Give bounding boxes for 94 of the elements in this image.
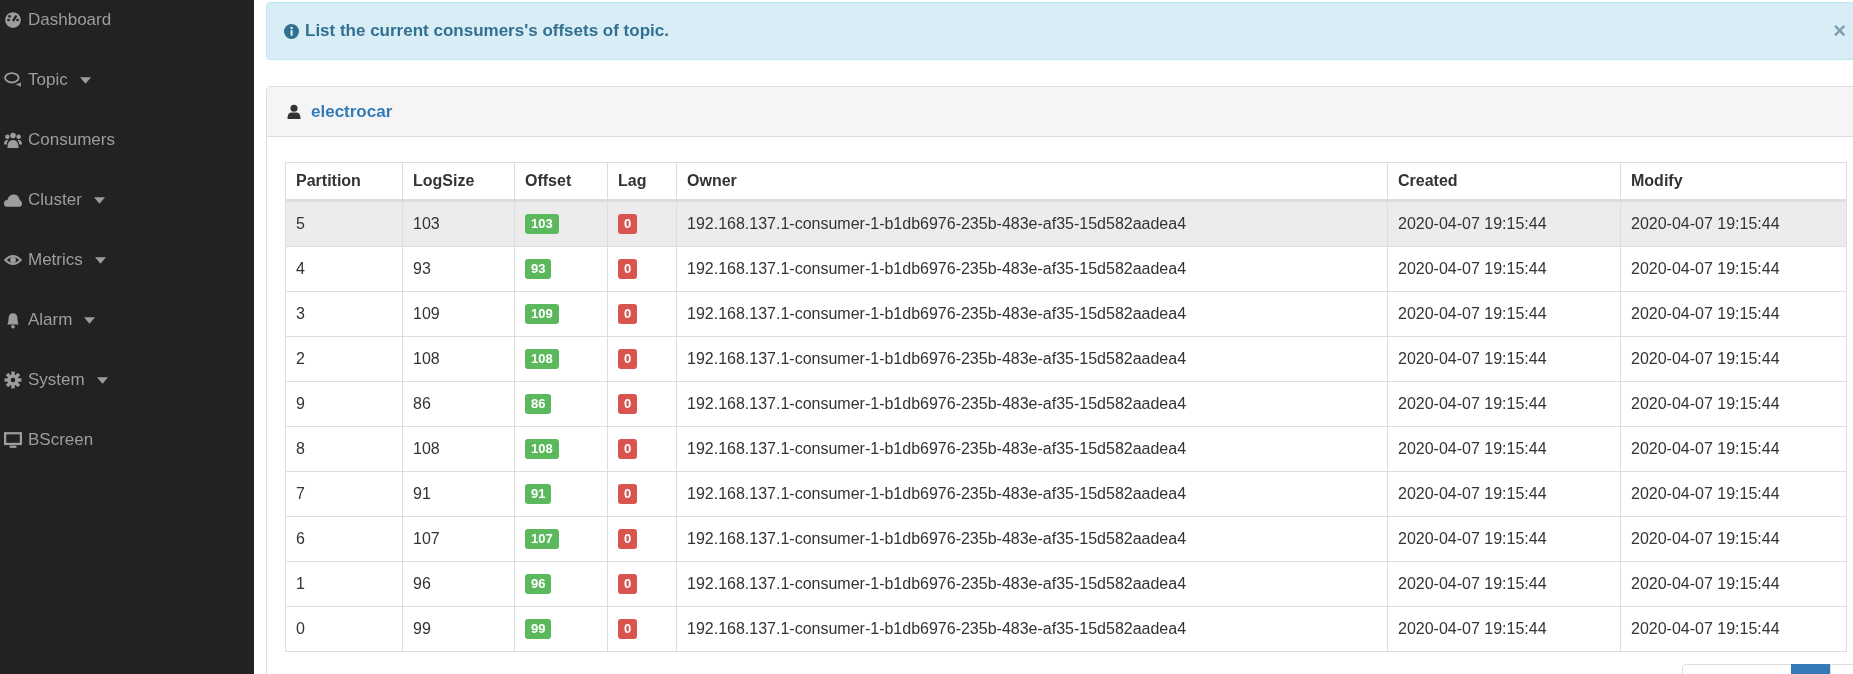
table-cell: 2020-04-07 19:15:44 (1387, 471, 1621, 517)
table-cell: 2020-04-07 19:15:44 (1387, 200, 1621, 247)
table-cell: 4 (285, 246, 403, 292)
table-cell: 2020-04-07 19:15:44 (1620, 426, 1847, 472)
table-cell: 2020-04-07 19:15:44 (1620, 561, 1847, 607)
sidebar-item[interactable]: Consumers (0, 110, 254, 170)
table-cell: 86 (402, 381, 515, 427)
lag-badge: 0 (618, 394, 638, 414)
lag-badge: 0 (618, 619, 638, 639)
table-cell: 2020-04-07 19:15:44 (1387, 381, 1621, 427)
table-cell: 2020-04-07 19:15:44 (1387, 606, 1621, 652)
lag-badge: 0 (618, 214, 638, 234)
lag-badge: 0 (618, 439, 638, 459)
table-cell: 3 (285, 291, 403, 337)
sidebar-item[interactable]: BScreen (0, 410, 254, 470)
table-cell: 192.168.137.1-consumer-1-b1db6976-235b-483e-af35-15d582aadea4 (676, 291, 1388, 337)
lag-badge: 0 (618, 259, 638, 279)
speedometer-icon (4, 11, 22, 29)
lag-badge: 0 (618, 574, 638, 594)
table-cell: 192.168.137.1-consumer-1-b1db6976-235b-483e-af35-15d582aadea4 (676, 336, 1388, 382)
lag-badge: 0 (618, 484, 638, 504)
table-cell: 108 (402, 336, 515, 382)
table-cell: 2020-04-07 19:15:44 (1620, 200, 1847, 247)
table-cell: 2020-04-07 19:15:44 (1620, 246, 1847, 292)
table-cell: 2020-04-07 19:15:44 (1620, 381, 1847, 427)
table-cell: 1 (285, 561, 403, 607)
lag-badge: 0 (618, 529, 638, 549)
table-cell: 108 (402, 426, 515, 472)
table-cell: 192.168.137.1-consumer-1-b1db6976-235b-483e-af35-15d582aadea4 (676, 606, 1388, 652)
lag-badge: 0 (618, 349, 638, 369)
table-cell: 192.168.137.1-consumer-1-b1db6976-235b-483e-af35-15d582aadea4 (676, 471, 1388, 517)
caret-icon (93, 196, 105, 204)
speech-bubbles-icon (4, 71, 22, 89)
offset-badge: 96 (525, 574, 552, 594)
table-cell: 0 (285, 606, 403, 652)
info-icon (284, 23, 299, 39)
table-cell: 2020-04-07 19:15:44 (1387, 246, 1621, 292)
table-cell: 109 (402, 291, 515, 337)
user-icon (287, 104, 301, 119)
users-icon (4, 131, 22, 149)
table-cell: 2 (285, 336, 403, 382)
offset-badge: 93 (525, 259, 552, 279)
table-cell: 2020-04-07 19:15:44 (1620, 291, 1847, 337)
bell-icon (4, 311, 22, 329)
offset-badge: 99 (525, 619, 552, 639)
sidebar-item[interactable]: System (0, 350, 254, 410)
table-cell: 2020-04-07 19:15:44 (1387, 291, 1621, 337)
table-cell: 2020-04-07 19:15:44 (1387, 516, 1621, 562)
table-cell: 107 (402, 516, 515, 562)
offset-badge: 86 (525, 394, 552, 414)
lag-badge: 0 (618, 304, 638, 324)
sidebar-item[interactable]: Topic (0, 50, 254, 110)
table-cell: 192.168.137.1-consumer-1-b1db6976-235b-483e-af35-15d582aadea4 (676, 200, 1388, 247)
alert-message: List the current consumers's offsets of topic. (305, 21, 669, 41)
table-cell: 2020-04-07 19:15:44 (1620, 516, 1847, 562)
offset-badge: 108 (525, 349, 559, 369)
table-cell: 103 (402, 200, 515, 247)
table-cell: 9 (285, 381, 403, 427)
table-cell: 91 (402, 471, 515, 517)
caret-icon (96, 376, 108, 384)
sidebar-item[interactable]: Cluster (0, 170, 254, 230)
table-cell: 2020-04-07 19:15:44 (1387, 426, 1621, 472)
table-cell: 192.168.137.1-consumer-1-b1db6976-235b-483e-af35-15d582aadea4 (676, 381, 1388, 427)
offset-badge: 109 (525, 304, 559, 324)
offset-badge: 108 (525, 439, 559, 459)
table-cell: 2020-04-07 19:15:44 (1620, 471, 1847, 517)
table-cell: 192.168.137.1-consumer-1-b1db6976-235b-483e-af35-15d582aadea4 (676, 516, 1388, 562)
table-cell: 99 (402, 606, 515, 652)
table-cell: 192.168.137.1-consumer-1-b1db6976-235b-483e-af35-15d582aadea4 (676, 561, 1388, 607)
offset-badge: 107 (525, 529, 559, 549)
caret-icon (94, 256, 106, 264)
table-cell: 2020-04-07 19:15:44 (1620, 606, 1847, 652)
monitor-icon (4, 431, 22, 449)
table-cell: 2020-04-07 19:15:44 (1620, 336, 1847, 382)
group-link[interactable]: electrocar (311, 101, 393, 122)
table-cell: 96 (402, 561, 515, 607)
sidebar-item[interactable]: Metrics (0, 230, 254, 290)
offset-badge: 103 (525, 214, 559, 234)
sidebar-item[interactable]: Alarm (0, 290, 254, 350)
table-cell: 2020-04-07 19:15:44 (1387, 561, 1621, 607)
caret-icon (79, 76, 91, 84)
table-cell: 93 (402, 246, 515, 292)
table-cell: 5 (285, 200, 403, 247)
offset-badge: 91 (525, 484, 552, 504)
sidebar-item[interactable]: Dashboard (0, 0, 254, 50)
gear-icon (4, 371, 22, 389)
caret-icon (84, 316, 96, 324)
table-cell: 6 (285, 516, 403, 562)
table-cell: 192.168.137.1-consumer-1-b1db6976-235b-483e-af35-15d582aadea4 (676, 426, 1388, 472)
table-cell: 7 (285, 471, 403, 517)
cloud-icon (4, 191, 22, 209)
table-cell: 2020-04-07 19:15:44 (1387, 336, 1621, 382)
table-cell: 192.168.137.1-consumer-1-b1db6976-235b-483e-af35-15d582aadea4 (676, 246, 1388, 292)
table-cell: 8 (285, 426, 403, 472)
